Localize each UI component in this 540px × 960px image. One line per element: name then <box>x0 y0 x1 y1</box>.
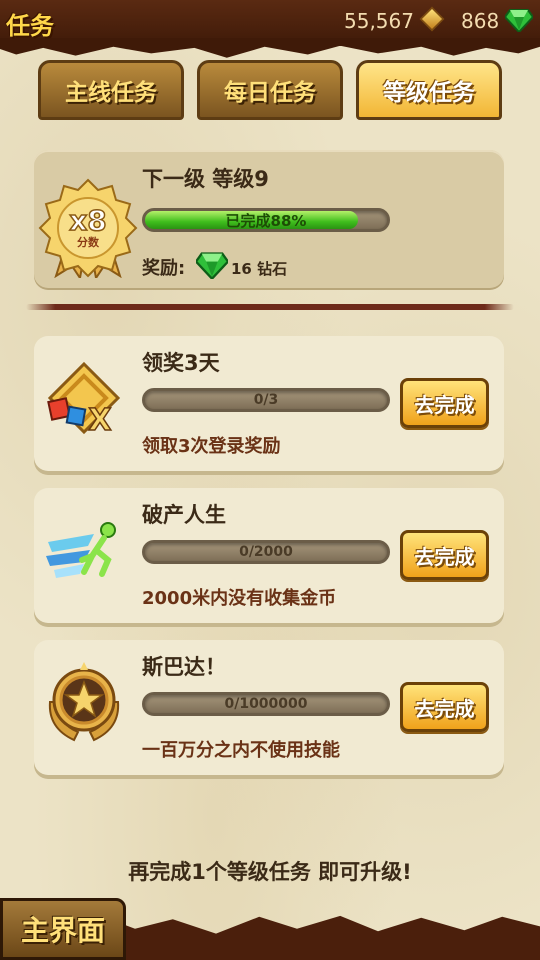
next-level-title: 下一级 等级9 <box>142 167 269 191</box>
tab-daily-quests[interactable]: 每日任务 <box>197 60 343 120</box>
tab-main-quests[interactable]: 主线任务 <box>38 60 184 120</box>
level-up-tip: 再完成1个等级任务 即可升级! <box>128 860 412 884</box>
task-title: 领奖3天 <box>142 351 220 375</box>
task-description: 领取3次登录奖励 <box>142 436 281 457</box>
task-progress-text: 0/3 <box>253 392 279 408</box>
go-complete-button[interactable]: 去完成 <box>400 682 489 732</box>
svg-text:X: X <box>88 403 111 438</box>
top-bar-torn-edge <box>0 38 540 58</box>
task-description: 一百万分之内不使用技能 <box>142 740 340 761</box>
tab-level-quests[interactable]: 等级任务 <box>356 60 502 120</box>
level-progress-text: 已完成88% <box>225 211 307 230</box>
login-reward-icon: X <box>47 361 121 439</box>
level-progress-bar: 已完成88% <box>142 208 390 232</box>
badge-label-text: 分数 <box>77 235 100 249</box>
go-complete-button[interactable]: 去完成 <box>400 378 489 428</box>
reward-label: 奖励: <box>142 258 186 279</box>
task-progress-bar: 0/3 <box>142 388 390 412</box>
task-progress-bar: 0/1000000 <box>142 692 390 716</box>
gem-count: 868 <box>461 9 500 33</box>
main-menu-button[interactable]: 主界面 <box>0 898 126 960</box>
task-title: 破产人生 <box>142 503 226 527</box>
gem-icon <box>505 9 533 32</box>
gem-icon <box>196 252 228 279</box>
page-title: 任务 <box>6 12 54 40</box>
section-divider <box>26 304 514 310</box>
gold-count: 55,567 <box>344 9 414 33</box>
task-progress-bar: 0/2000 <box>142 540 390 564</box>
score-multiplier-badge-icon: x8 分数 <box>38 178 138 278</box>
reward-amount: 16 钻石 <box>231 260 288 278</box>
badge-multiplier-text: x8 <box>69 204 107 237</box>
go-complete-button[interactable]: 去完成 <box>400 530 489 580</box>
running-man-icon <box>46 522 116 578</box>
task-progress-text: 0/1000000 <box>224 696 308 712</box>
task-title: 斯巴达！ <box>142 655 226 679</box>
star-medal-icon <box>48 662 120 742</box>
task-progress-text: 0/2000 <box>239 544 293 560</box>
task-description: 2000米内没有收集金币 <box>142 588 337 609</box>
